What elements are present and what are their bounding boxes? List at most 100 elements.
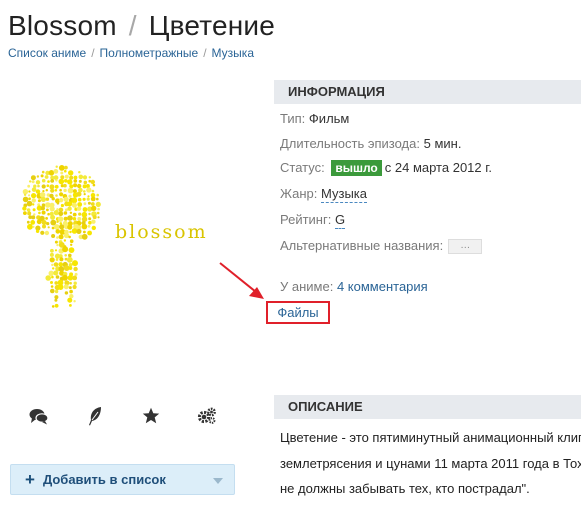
poster-dot — [63, 216, 68, 221]
description-line: не должны забывать тех, кто пострадал". — [280, 481, 530, 496]
poster-dot — [42, 224, 46, 229]
poster-dot — [58, 262, 63, 267]
poster-dot — [30, 220, 36, 225]
poster-dot — [59, 192, 64, 197]
poster-dot — [35, 180, 41, 185]
poster-dot — [55, 258, 59, 261]
poster-dot — [83, 180, 88, 185]
poster-dot — [96, 193, 99, 197]
poster-dot — [67, 224, 73, 230]
poster-dot — [60, 203, 64, 208]
poster-dot — [68, 266, 73, 270]
poster-dot — [88, 176, 92, 179]
status-date: с 24 марта 2012 г. — [384, 160, 493, 175]
poster-dot — [87, 230, 92, 236]
poster-dot — [71, 197, 78, 204]
poster-dot — [54, 295, 59, 300]
poster-dot — [22, 189, 29, 195]
poster-dot — [56, 220, 59, 223]
poster-dot — [72, 212, 77, 217]
poster-dot — [78, 174, 84, 180]
poster-dot — [63, 188, 67, 193]
poster-dot — [54, 224, 60, 230]
poster-dot — [68, 286, 72, 290]
poster-dot — [58, 178, 65, 185]
poster-dot — [47, 212, 50, 216]
poster-dot — [26, 220, 30, 224]
poster-dot — [50, 285, 54, 288]
poster-dot — [77, 225, 82, 230]
poster-dot — [50, 188, 55, 193]
breadcrumb-separator: / — [203, 46, 207, 60]
review-button[interactable] — [84, 405, 106, 427]
poster-dot — [95, 201, 101, 207]
poster-dot — [64, 254, 67, 257]
poster-dot — [41, 220, 47, 225]
poster-dot — [54, 281, 58, 285]
poster-dot — [97, 207, 100, 211]
poster-dot — [81, 216, 88, 222]
poster-dot — [73, 179, 78, 183]
poster-dot — [41, 170, 45, 174]
poster-dot — [63, 196, 69, 202]
poster-dot — [90, 196, 96, 202]
poster-dot — [76, 228, 82, 234]
poster-dot — [51, 275, 54, 279]
poster-dot — [61, 274, 68, 281]
poster-dot — [56, 236, 59, 239]
poster-dot — [81, 223, 88, 230]
settings-button[interactable] — [196, 405, 218, 427]
poster-dot — [73, 175, 78, 180]
description-text: Цветение - это пятиминутный анимационный… — [280, 425, 581, 502]
poster-dot — [51, 234, 56, 238]
poster-dot — [33, 213, 36, 216]
poster-dot — [46, 208, 49, 212]
poster-dot — [22, 206, 27, 211]
poster-dot — [44, 175, 49, 179]
poster-dot — [63, 239, 67, 242]
breadcrumb-anime-list[interactable]: Список аниме — [8, 46, 86, 60]
info-alt-names-row: Альтернативные названия:… — [280, 238, 483, 255]
poster-dot — [55, 275, 60, 279]
info-duration-row: Длительность эпизода: 5 мин. — [280, 136, 461, 151]
poster-dot — [46, 222, 50, 226]
alt-names-expand-button[interactable]: … — [448, 239, 483, 255]
files-link[interactable]: Файлы — [277, 305, 318, 320]
poster-dot — [55, 229, 61, 234]
poster-dot — [40, 230, 45, 235]
poster-dot — [40, 174, 44, 178]
genre-tag-music[interactable]: Музыка — [321, 186, 368, 203]
breadcrumb-music[interactable]: Музыка — [212, 46, 254, 60]
type-value: Фильм — [308, 111, 350, 126]
poster-dot — [91, 219, 96, 224]
poster-dot — [56, 202, 60, 205]
add-to-list-button[interactable]: + Добавить в список — [10, 464, 235, 495]
comments-button[interactable] — [28, 405, 50, 427]
poster-dot — [45, 197, 50, 201]
poster-dot — [31, 193, 37, 199]
poster-dot — [49, 252, 54, 257]
poster-dot — [82, 197, 86, 201]
poster-dot — [69, 239, 74, 243]
poster-dot — [48, 270, 54, 276]
poster-dot — [38, 211, 41, 215]
type-label: Тип: — [280, 111, 306, 126]
poster-dot — [37, 184, 40, 188]
poster-dot — [68, 170, 74, 176]
poster-dot — [54, 249, 58, 252]
info-rating-row: Рейтинг: G — [280, 212, 346, 229]
genre-label: Жанр: — [280, 186, 318, 201]
favorite-button[interactable] — [140, 405, 162, 427]
comments-icon — [29, 408, 49, 424]
chevron-down-icon[interactable] — [213, 478, 223, 484]
comments-link[interactable]: 4 комментария — [337, 279, 428, 294]
breadcrumb-full-length[interactable]: Полнометражные — [100, 46, 199, 60]
poster-dot — [42, 190, 45, 193]
poster-dot — [81, 233, 88, 240]
poster-dot — [73, 300, 76, 303]
poster-dot — [73, 281, 77, 285]
poster-dot — [91, 189, 95, 193]
status-badge: вышло — [331, 160, 382, 176]
poster-dot — [78, 212, 82, 216]
rating-value[interactable]: G — [334, 212, 346, 229]
